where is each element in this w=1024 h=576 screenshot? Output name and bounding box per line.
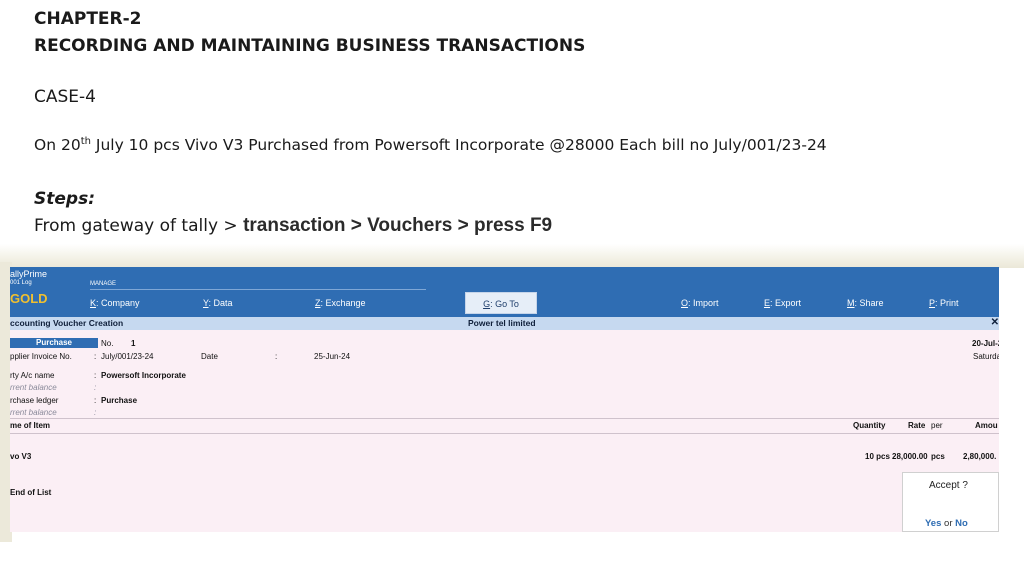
chapter-heading: CHAPTER-2 (34, 9, 142, 29)
chapter-subtitle: RECORDING AND MAINTAINING BUSINESS TRANS… (34, 36, 586, 56)
date-label: Date (201, 352, 218, 361)
menu-export[interactable]: E: Export (764, 298, 801, 308)
brand-edition: 001 Log (10, 280, 32, 286)
col-per-header: per (931, 421, 943, 430)
tally-window: allyPrime 001 Log GOLD MANAGE K: Company… (10, 267, 999, 532)
manage-label: MANAGE (90, 281, 117, 287)
col-quantity-header: Quantity (853, 421, 886, 430)
steps-path: From gateway of tally > transaction > Vo… (34, 215, 552, 237)
case-label: CASE-4 (34, 87, 96, 107)
supplier-invoice-label: pplier Invoice No. (10, 352, 72, 361)
end-of-list[interactable]: End of List (10, 488, 51, 497)
statement-prefix: On 20 (34, 136, 81, 154)
steps-heading: Steps: (34, 189, 95, 209)
supplier-invoice-field[interactable]: July/001/23-24 (101, 352, 153, 361)
col-item-header: me of Item (10, 421, 51, 430)
purchase-ledger-label: rchase ledger (10, 396, 59, 405)
accept-or-text: or (944, 518, 956, 529)
tally-top-bar: allyPrime 001 Log GOLD MANAGE K: Company… (10, 267, 999, 317)
menu-data[interactable]: Y: Data (203, 298, 233, 308)
accept-yes-button[interactable]: Yes (925, 518, 941, 529)
table-header-rule (10, 433, 999, 434)
voucher-no-value: 1 (131, 339, 136, 348)
colon: : (94, 383, 97, 392)
voucher-type-badge[interactable]: Purchase (10, 338, 98, 348)
menu-goto-button[interactable]: G: Go To (465, 292, 537, 314)
party-balance-label: rrent balance (10, 383, 57, 392)
item-amount-cell[interactable]: 2,80,000. (963, 452, 996, 461)
voucher-day-right: Saturda (973, 352, 999, 361)
steps-nav: transaction > Vouchers > press F9 (243, 215, 553, 236)
manage-divider (90, 289, 426, 290)
brand-name: allyPrime (10, 269, 48, 279)
accept-options: Yes or No (925, 518, 968, 529)
statement-rest: July 10 pcs Vivo V3 Purchased from Power… (90, 136, 827, 154)
company-name: Power tel limited (468, 318, 536, 328)
colon: : (94, 352, 97, 361)
accept-question: Accept ? (929, 480, 968, 491)
menu-company[interactable]: K: Company (90, 298, 140, 308)
voucher-no-label: No. (101, 339, 114, 348)
colon: : (94, 408, 97, 417)
paper-texture (0, 244, 1024, 268)
statement-superscript: th (80, 135, 91, 147)
purchase-ledger-field[interactable]: Purchase (101, 396, 137, 405)
date-field[interactable]: 25-Jun-24 (314, 352, 350, 361)
menu-exchange[interactable]: Z: Exchange (315, 298, 366, 308)
menu-import[interactable]: O: Import (681, 298, 719, 308)
table-top-rule (10, 418, 999, 419)
item-per-cell[interactable]: pcs (931, 452, 945, 461)
accept-dialog: Accept ? Yes or No (902, 472, 999, 532)
colon: : (275, 352, 278, 361)
col-amount-header: Amou (975, 421, 998, 430)
brand-gold: GOLD (10, 291, 48, 306)
party-label: rty A/c name (10, 371, 55, 380)
item-qty-cell[interactable]: 10 pcs (865, 452, 890, 461)
case-statement: On 20th July 10 pcs Vivo V3 Purchased fr… (34, 136, 827, 154)
menu-print[interactable]: P: Print (929, 298, 959, 308)
colon: : (94, 371, 97, 380)
voucher-date-right: 20-Jul-2 (972, 339, 999, 348)
col-rate-header: Rate (908, 421, 926, 430)
voucher-title-bar: ccounting Voucher Creation Power tel lim… (10, 317, 999, 330)
colon: : (94, 396, 97, 405)
ledger-balance-label: rrent balance (10, 408, 57, 417)
item-name-cell[interactable]: vo V3 (10, 452, 31, 461)
close-icon[interactable]: ✕ (991, 317, 999, 328)
item-rate-cell[interactable]: 28,000.00 (892, 452, 928, 461)
steps-plain: From gateway of tally > (34, 216, 244, 236)
menu-share[interactable]: M: Share (847, 298, 884, 308)
window-title: ccounting Voucher Creation (10, 318, 124, 328)
party-field[interactable]: Powersoft Incorporate (101, 371, 186, 380)
accept-no-button[interactable]: No (955, 518, 968, 529)
